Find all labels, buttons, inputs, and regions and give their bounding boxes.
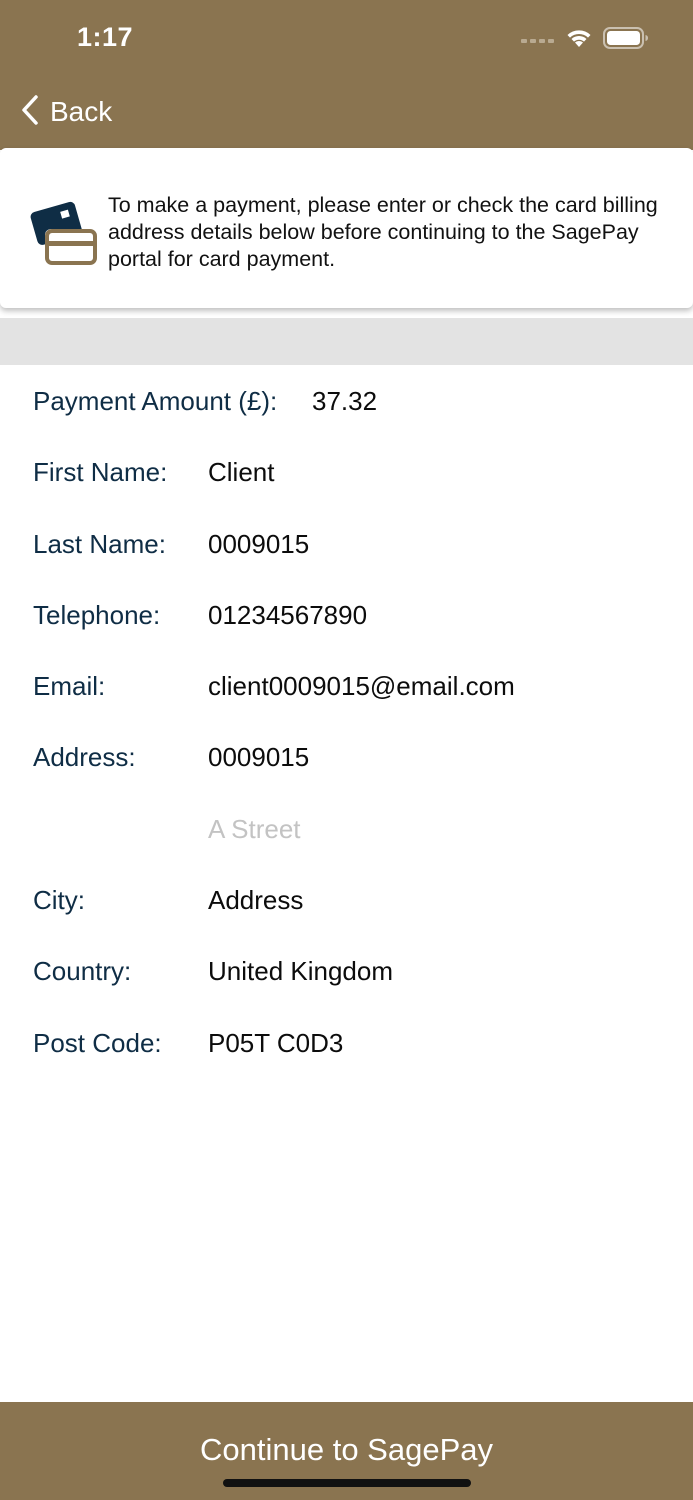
separator-band: [0, 318, 693, 365]
telephone-row: Telephone:: [0, 595, 693, 635]
home-indicator: [223, 1479, 471, 1487]
first-name-field[interactable]: [208, 452, 658, 492]
postcode-field[interactable]: [208, 1023, 658, 1063]
last-name-row: Last Name:: [0, 524, 693, 564]
country-label: Country:: [33, 956, 132, 986]
email-label: Email:: [33, 671, 106, 701]
address-line1-field[interactable]: [208, 737, 658, 777]
last-name-field[interactable]: [208, 524, 658, 564]
telephone-field[interactable]: [208, 595, 658, 635]
payment-amount-row: Payment Amount (£): 37.32: [0, 381, 693, 421]
postcode-label: Post Code:: [33, 1028, 162, 1058]
status-time: 1:17: [77, 22, 134, 52]
country-field[interactable]: [208, 951, 658, 991]
battery-icon: [603, 26, 649, 55]
payment-amount-value: 37.32: [312, 386, 378, 416]
first-name-row: First Name:: [0, 452, 693, 492]
credit-card-icon: [30, 200, 98, 271]
back-label: Back: [50, 96, 113, 127]
telephone-label: Telephone:: [33, 600, 161, 630]
city-label: City:: [33, 885, 85, 915]
signal-icon: [521, 31, 555, 49]
address-label: Address:: [33, 742, 136, 772]
status-icons: [521, 26, 649, 55]
back-button[interactable]: Back: [20, 92, 112, 132]
payment-amount-label: Payment Amount (£):: [33, 386, 278, 416]
city-row: City:: [0, 880, 693, 920]
last-name-label: Last Name:: [33, 529, 166, 559]
address-line2-field[interactable]: A Street: [208, 809, 658, 849]
nav-header: 1:17 Back: [0, 0, 693, 150]
email-row: Email:: [0, 666, 693, 706]
address-row: Address:: [0, 737, 693, 777]
city-field[interactable]: [208, 880, 658, 920]
country-row: Country:: [0, 951, 693, 991]
postcode-row: Post Code:: [0, 1023, 693, 1063]
continue-label: Continue to SagePay: [200, 1432, 493, 1467]
info-text: To make a payment, please enter or check…: [108, 193, 658, 271]
wifi-icon: [565, 27, 593, 54]
address-line2-row: A Street: [0, 809, 693, 849]
chevron-left-icon: [20, 94, 40, 131]
info-card: To make a payment, please enter or check…: [0, 148, 693, 308]
email-field[interactable]: [208, 666, 658, 706]
first-name-label: First Name:: [33, 457, 168, 487]
